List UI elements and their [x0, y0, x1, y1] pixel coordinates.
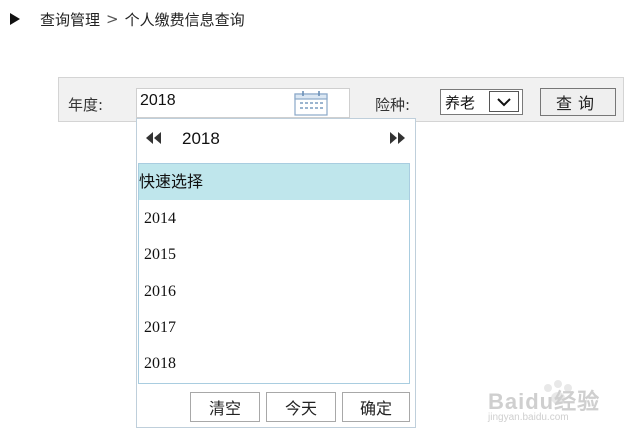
- picker-current-year: 2018: [182, 129, 220, 148]
- calendar-icon[interactable]: [293, 89, 329, 117]
- insurance-type-label: 险种:: [375, 96, 411, 114]
- year-option-2014[interactable]: 2014: [144, 210, 176, 228]
- query-button[interactable]: 查询: [540, 88, 616, 116]
- breadcrumb-separator: >: [106, 10, 119, 28]
- insurance-type-value: 养老: [445, 94, 476, 112]
- breadcrumb-parent[interactable]: 查询管理: [40, 9, 100, 30]
- year-option-2015[interactable]: 2015: [144, 246, 176, 264]
- quick-select-header: 快速选择: [139, 164, 409, 200]
- today-button[interactable]: 今天: [266, 392, 336, 422]
- quick-select-label: 快速选择: [139, 172, 204, 191]
- chevron-down-icon: [497, 97, 511, 106]
- breadcrumb: 查询管理 > 个人缴费信息查询: [10, 8, 245, 30]
- clear-button[interactable]: 清空: [190, 392, 260, 422]
- year-option-2017[interactable]: 2017: [144, 319, 176, 337]
- year-option-2016[interactable]: 2016: [144, 283, 176, 301]
- next-year-icon[interactable]: [388, 131, 406, 145]
- year-label: 年度:: [68, 96, 104, 114]
- play-arrow-icon: [10, 13, 20, 25]
- previous-year-icon[interactable]: [145, 131, 163, 145]
- confirm-button[interactable]: 确定: [342, 392, 410, 422]
- year-input-value: 2018: [140, 92, 176, 109]
- watermark-subtitle: jingyan.baidu.com: [488, 412, 569, 423]
- year-option-2018[interactable]: 2018: [144, 355, 176, 373]
- select-dropdown-button[interactable]: [489, 91, 519, 112]
- breadcrumb-current: 个人缴费信息查询: [124, 10, 245, 29]
